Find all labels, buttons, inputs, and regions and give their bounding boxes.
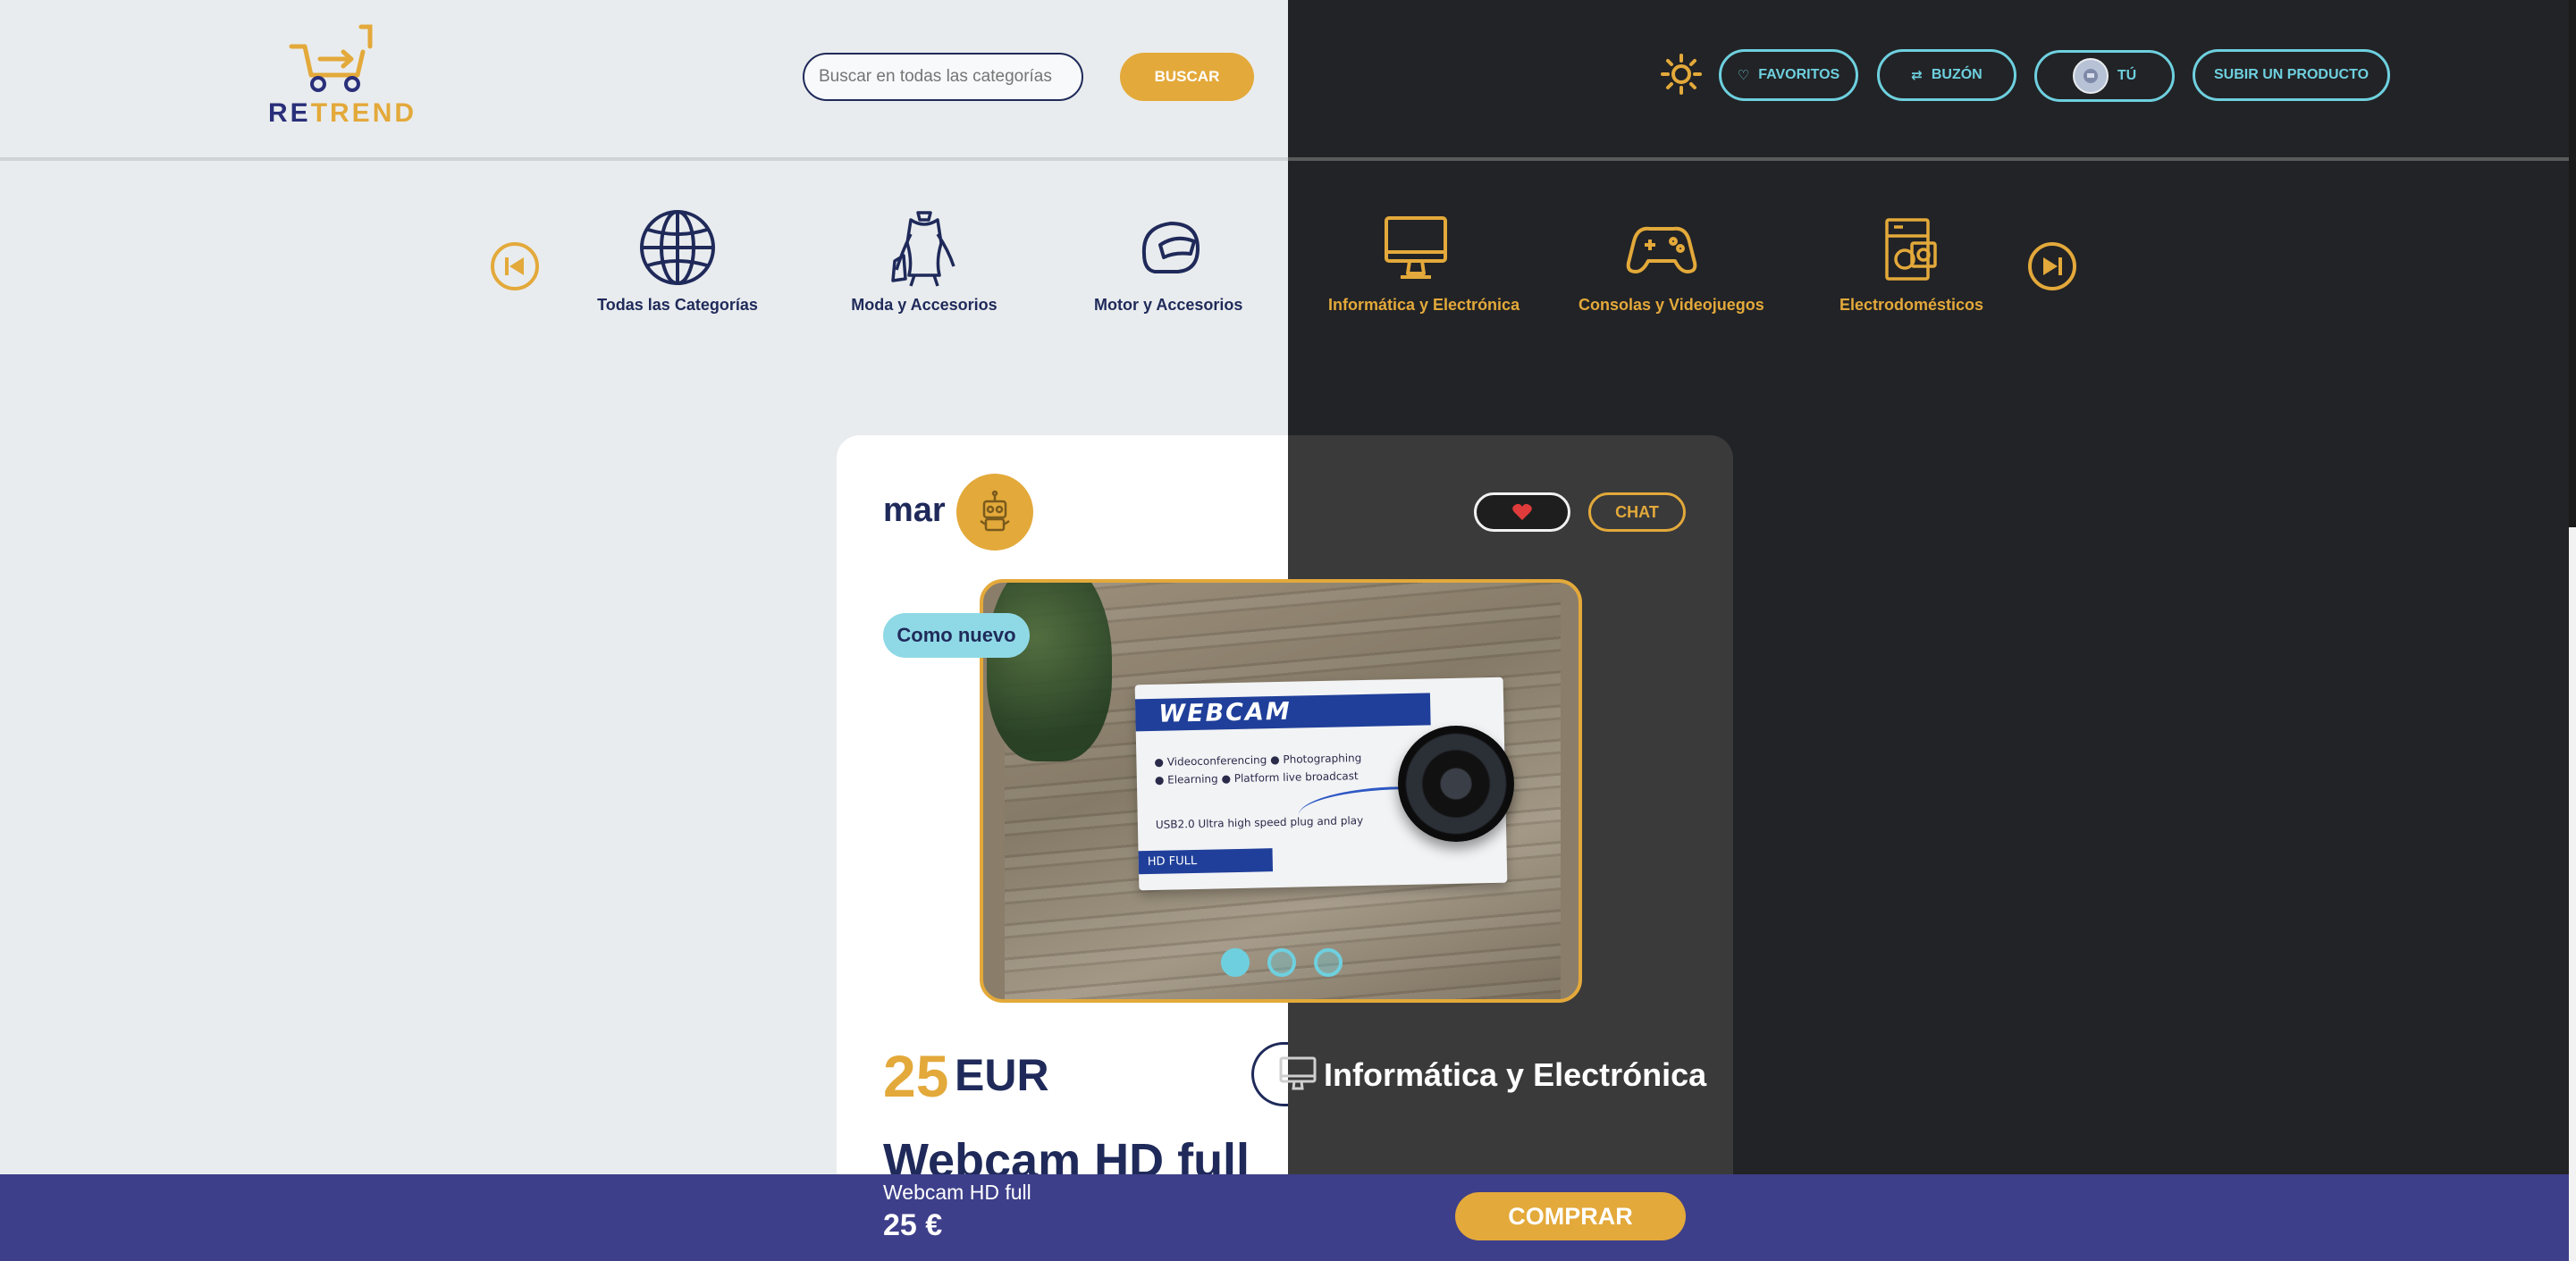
heart-outline-icon: ♡ <box>1737 68 1750 83</box>
monitor-icon <box>1279 1056 1317 1090</box>
helmet-icon <box>1141 222 1200 273</box>
robot-avatar-icon <box>980 490 1010 532</box>
category-all[interactable]: Todas las Categorías <box>590 207 765 315</box>
avatar <box>2072 58 2109 94</box>
purchase-bar <box>0 1174 2569 1261</box>
globe-icon <box>640 210 715 285</box>
chat-button[interactable]: CHAT <box>1588 492 1686 532</box>
carousel-dot[interactable] <box>1221 948 1250 977</box>
glass-jar <box>987 583 1112 761</box>
theme-toggle-sun-icon[interactable] <box>1660 53 1703 96</box>
search-input[interactable] <box>803 53 1083 101</box>
category-label: Informática y Electrónica <box>1328 296 1520 314</box>
logo-text-re: RE <box>268 98 311 128</box>
buy-button[interactable]: COMPRAR <box>1455 1192 1686 1240</box>
category-label: Moda y Accesorios <box>851 296 998 314</box>
box-brand: WEBCAM <box>1158 697 1292 728</box>
gamepad-icon <box>1626 226 1697 273</box>
purchase-bar-price: 25 € <box>883 1208 943 1242</box>
product-category[interactable]: Informática y Electrónica <box>1324 1056 1706 1094</box>
profile-label: TÚ <box>2117 68 2137 83</box>
category-moda[interactable]: Moda y Accesorios <box>844 207 1005 315</box>
logo-text-trend: TREND <box>310 98 417 128</box>
category-label: Consolas y Videojuegos <box>1578 296 1764 314</box>
seller-name[interactable]: mar <box>883 492 946 530</box>
messages-icon: ⇄ <box>1911 68 1923 83</box>
categories-next-icon[interactable] <box>2027 241 2077 291</box>
category-motor[interactable]: Motor y Accesorios <box>1094 207 1242 315</box>
favorites-button[interactable]: ♡ FAVORITOS <box>1719 49 1858 101</box>
product-price: 25 <box>883 1043 949 1109</box>
inbox-label: BUZÓN <box>1931 67 1983 82</box>
upload-product-label: SUBIR UN PRODUCTO <box>2213 67 2370 82</box>
category-informatica[interactable]: Informática y Electrónica <box>1328 207 1520 315</box>
product-photo: WEBCAM ● Videoconferencing ● Photographi… <box>987 583 1561 999</box>
seller-avatar[interactable] <box>956 474 1033 551</box>
webcam-lens <box>1398 726 1514 842</box>
category-label: Motor y Accesorios <box>1094 296 1243 314</box>
box-hd-label: HD FULL <box>1138 848 1274 875</box>
search-button[interactable]: BUSCAR <box>1120 53 1254 101</box>
box-feature: ● Elearning ● Platform live broadcast <box>1154 769 1359 786</box>
appliance-icon <box>1885 218 1937 281</box>
category-consolas[interactable]: Consolas y Videojuegos <box>1578 207 1764 315</box>
profile-button[interactable]: TÚ <box>2034 50 2175 102</box>
inbox-button[interactable]: ⇄ BUZÓN <box>1877 49 2016 101</box>
favorites-label: FAVORITOS <box>1758 67 1840 82</box>
product-image-carousel[interactable]: WEBCAM ● Videoconferencing ● Photographi… <box>980 579 1582 1003</box>
monitor-icon <box>1385 216 1447 279</box>
category-label: Todas las Categorías <box>597 296 758 314</box>
categories-prev-icon[interactable] <box>490 241 540 291</box>
condition-badge: Como nuevo <box>883 613 1030 658</box>
category-label: Electrodomésticos <box>1839 296 1984 314</box>
category-electrodomesticos[interactable]: Electrodomésticos <box>1839 207 1984 315</box>
box-feature: ● Videoconferencing ● Photographing <box>1154 752 1362 769</box>
carousel-dots <box>1221 948 1343 977</box>
mannequin-icon <box>891 211 955 287</box>
logo-wordmark[interactable]: RETREND <box>268 98 417 129</box>
carousel-dot[interactable] <box>1314 948 1343 977</box>
heart-icon <box>1512 503 1532 520</box>
favorite-button[interactable] <box>1474 492 1570 532</box>
scrollbar-thumb[interactable] <box>2569 0 2576 527</box>
upload-product-button[interactable]: SUBIR UN PRODUCTO <box>2193 49 2390 101</box>
carousel-dot[interactable] <box>1267 948 1296 977</box>
purchase-bar-title: Webcam HD full <box>883 1181 1031 1204</box>
robot-avatar-icon <box>2083 69 2098 83</box>
header-divider-dark <box>1288 157 2569 161</box>
scrollbar[interactable] <box>2569 0 2576 1261</box>
product-currency: EUR <box>955 1050 1049 1100</box>
